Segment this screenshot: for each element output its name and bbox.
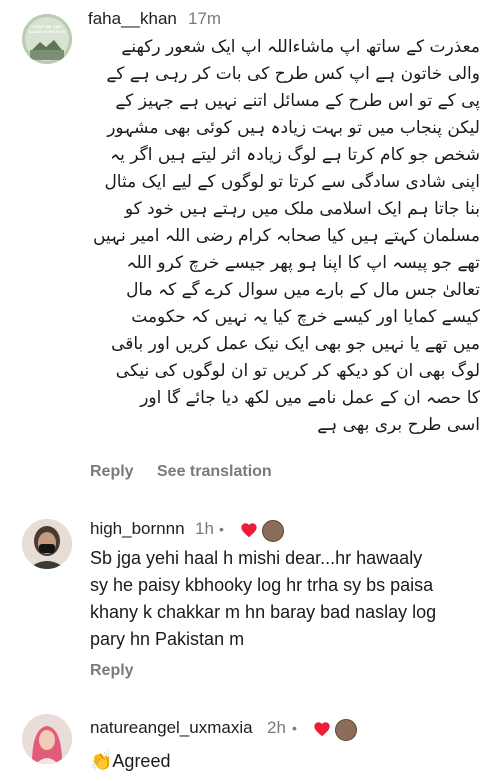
comment-line: میں تھے یا نہیں جو بھی ایک نیک عمل کریں … <box>111 334 480 354</box>
comment-line: معذرت کے ساتھ اپ ماشاءاللہ اپ ایک شعور ر… <box>121 37 480 57</box>
comment-text: Agreed <box>112 751 171 771</box>
heart-icon[interactable] <box>313 721 331 737</box>
comment-line: khany k chakkar m hn baray bad naslay lo… <box>90 602 437 622</box>
comment-line: مسلمان کہتے ہیں کیا صحابہ کرام رضی اللہ … <box>92 226 480 246</box>
comment-time: 2h <box>267 718 286 737</box>
comment-line: بنا جاتا ہم ایک اسلامی ملک میں رہتے ہیں … <box>124 199 480 219</box>
comment-body: Sb jga yehi haal h mishi dear...hr hawaa… <box>90 545 490 653</box>
comment-line: کا حصہ ان کے عمل نامے میں لکھ دیا جائے گ… <box>140 388 480 408</box>
reply-button[interactable]: Reply <box>90 463 134 481</box>
comment-line: تھے جو پیسہ اپ کا اپنا ہو پھر جیسے خرچ ک… <box>126 253 480 273</box>
author-avatar-icon <box>262 520 284 542</box>
clap-emoji: 👏 <box>90 751 113 772</box>
comment-line: پی کے تو اس طرح کے مسائل اتنے نہیں ہے جہ… <box>115 91 480 111</box>
comment-line: شخص جو کام کرتا ہے لوگ زیادہ اثر لیتے ہی… <box>110 145 480 165</box>
comment-line: اپنی شادی سادگی سے کرتا تو لوگوں کے لیے … <box>104 172 480 192</box>
comment-username[interactable]: high_bornnn <box>90 519 185 539</box>
comment-line: لوگ بھی ان کو دیکھ کر کریں تو ان لوگوں ک… <box>115 361 480 381</box>
comment-time: 17m <box>188 9 222 28</box>
avatar[interactable] <box>22 714 72 764</box>
comment-line: pary hn Pakistan m <box>90 629 245 649</box>
comment-body: معذرت کے ساتھ اپ ماشاءاللہ اپ ایک شعور ر… <box>86 34 480 439</box>
comment-time: 1h <box>195 519 214 538</box>
comment-line: sy he paisy kbhooky log hr trha sy bs pa… <box>90 575 434 595</box>
comment-line: Sb jga yehi haal h mishi dear...hr hawaa… <box>90 548 423 568</box>
comment-line: اسی طرح بری بھی ہے <box>317 415 480 435</box>
comment-line: والی خاتون ہے اپ کس طرح کی بات کر رہی ہے… <box>106 64 480 84</box>
comment-line: تعالیٰ جس مال کے بارے میں سوال کرے گے کہ… <box>126 280 480 300</box>
avatar[interactable] <box>22 519 72 569</box>
heart-icon[interactable] <box>240 522 258 538</box>
author-avatar-icon <box>335 719 357 741</box>
comment-line: لیکن پنجاب میں تو بہت زیادہ ہیں کوئی بھی… <box>107 118 480 138</box>
avatar-text: DON'T BE SAD ALLAH IS WITH US <box>28 24 66 34</box>
comment-body: 👏Agreed <box>90 748 390 775</box>
avatar[interactable]: DON'T BE SAD ALLAH IS WITH US <box>22 14 72 64</box>
comment-line: کیسے کمایا اور کیسے خرچ کیا یہ نہیں کہ ح… <box>131 307 480 327</box>
see-translation-button[interactable]: See translation <box>157 463 272 481</box>
separator-dot: • <box>292 720 297 736</box>
comment-username[interactable]: natureangel_uxmaxia <box>90 718 253 738</box>
reply-button[interactable]: Reply <box>90 662 134 680</box>
comment-username[interactable]: faha__khan <box>88 9 177 29</box>
separator-dot: • <box>219 521 224 537</box>
